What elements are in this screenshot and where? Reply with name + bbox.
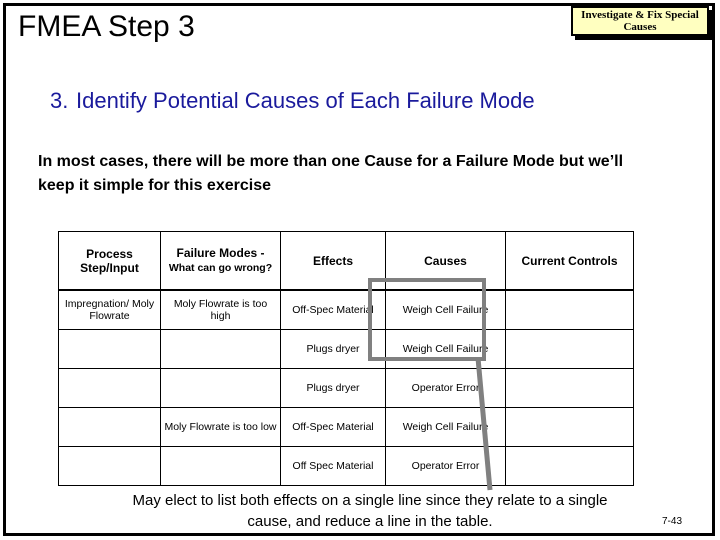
cell-control [505,446,634,486]
status-badge: Investigate & Fix Special Causes [571,6,713,40]
table-row: Impregnation/ Moly Flowrate Moly Flowrat… [58,289,634,330]
heading-subtext: In most cases, there will be more than o… [38,153,624,194]
heading-text: Identify Potential Causes of Each Failur… [76,88,535,113]
slide-canvas: FMEA Step 3 Investigate & Fix Special Ca… [0,0,720,540]
cell-control [505,329,634,369]
cell-effect: Off Spec Material [280,446,386,486]
table-row: Plugs dryer Weigh Cell Failure [58,329,634,369]
cell-failure-mode: Moly Flowrate is too high [160,289,281,330]
column-header-failure-modes: Failure Modes - What can go wrong? [160,231,281,291]
cell-failure-mode: Moly Flowrate is too low [160,407,281,447]
cell-cause: Operator Error [385,446,506,486]
column-header-process-step: Process Step/Input [58,231,161,291]
cell-control [505,289,634,330]
cell-failure-mode [160,368,281,408]
column-header-label: Effects [312,253,353,268]
column-header-label: Current Controls [521,253,618,268]
cell-control [505,407,634,447]
cell-cause: Operator Error [385,368,506,408]
column-header-current-controls: Current Controls [505,231,634,291]
column-header-label: Process Step/Input [80,246,139,275]
cell-effect: Plugs dryer [280,329,386,369]
table-row: Plugs dryer Operator Error [58,368,634,408]
column-header-sublabel: What can go wrong? [168,262,273,274]
cell-control [505,368,634,408]
column-header-label: Causes [424,253,467,268]
badge-box: Investigate & Fix Special Causes [571,6,709,36]
cell-process-step [58,368,161,408]
cell-effect: Plugs dryer [280,368,386,408]
table-header-row: Process Step/Input Failure Modes - What … [58,231,634,291]
section-heading: 3. Identify Potential Causes of Each Fail… [50,86,650,115]
cell-failure-mode [160,329,281,369]
table-row: Off Spec Material Operator Error [58,446,634,486]
cell-cause: Weigh Cell Failure [385,289,506,330]
cell-effect: Off-Spec Material [280,289,386,330]
heading-number: 3. [50,88,69,113]
badge-label: Investigate & Fix Special Causes [581,9,699,33]
cell-process-step [58,446,161,486]
cell-cause: Weigh Cell Failure [385,407,506,447]
page-number: 7-43 [662,516,683,527]
column-header-effects: Effects [280,231,386,291]
column-header-label: Failure Modes - [176,246,265,260]
column-header-causes: Causes [385,231,506,291]
cell-cause: Weigh Cell Failure [385,329,506,369]
cell-process-step: Impregnation/ Moly Flowrate [58,289,161,330]
cell-effect: Off-Spec Material [280,407,386,447]
cell-failure-mode [160,446,281,486]
page-title: FMEA Step 3 [18,10,195,43]
table-row: Moly Flowrate is too low Off-Spec Materi… [58,407,634,447]
cell-process-step [58,329,161,369]
slide-caption: May elect to list both effects on a sing… [132,492,608,530]
cell-process-step [58,407,161,447]
fmea-table: Process Step/Input Failure Modes - What … [58,231,634,486]
